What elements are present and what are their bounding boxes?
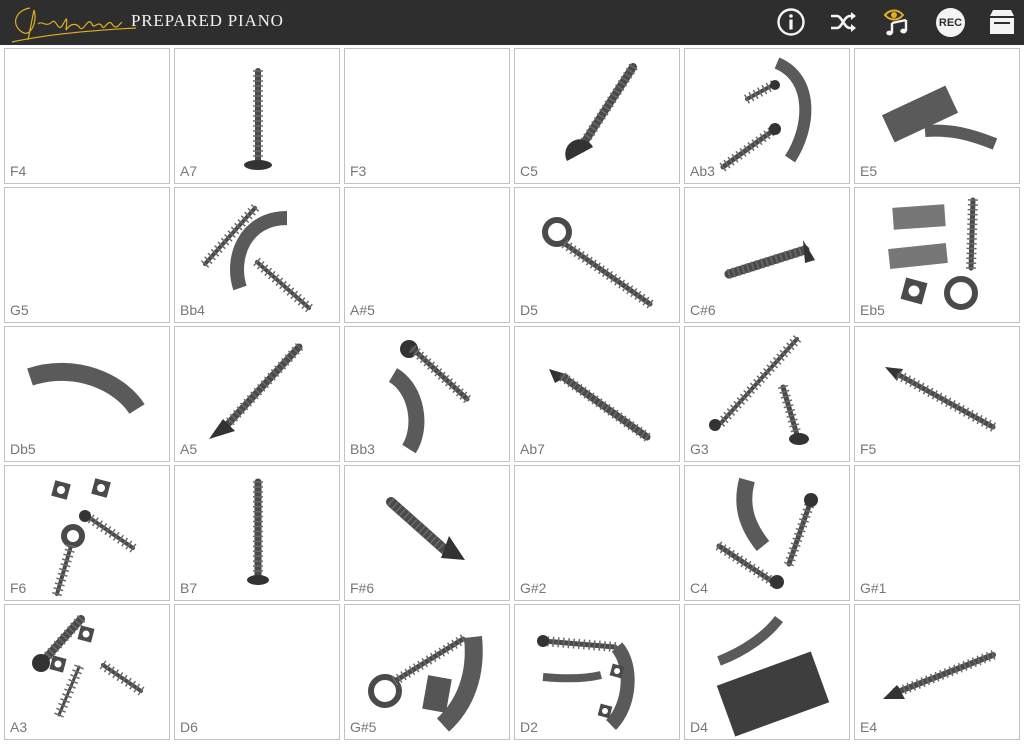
music-note-eye-icon[interactable] [882,7,912,37]
note-label: Db5 [10,441,36,457]
note-label: G3 [690,441,709,457]
pad-d2[interactable]: D2 [514,604,680,740]
note-label: A3 [10,719,28,735]
note-label: C4 [690,580,708,596]
preparation-hardware-illustration [542,217,654,309]
pad-d6[interactable]: D6 [174,604,340,740]
pad-f4[interactable]: F4 [4,48,170,184]
pad-a-sharp5[interactable]: A#5 [344,187,510,323]
preparation-hardware-illustration [565,63,638,161]
note-label: F4 [10,163,27,179]
preparation-hardware-illustration [715,477,818,589]
note-label: F#6 [350,580,375,596]
pad-eb5[interactable]: Eb5 [854,187,1020,323]
pad-bb3[interactable]: Bb3 [344,326,510,462]
pad-g-sharp2[interactable]: G#2 [514,465,680,601]
pad-g-sharp5[interactable]: G#5 [344,604,510,740]
note-label: G#1 [860,580,887,596]
pad-f3[interactable]: F3 [344,48,510,184]
note-label: F5 [860,441,877,457]
pad-g3[interactable]: G3 [684,326,850,462]
note-label: D6 [180,719,198,735]
pad-g-sharp1[interactable]: G#1 [854,465,1020,601]
pad-c-sharp6[interactable]: C#6 [684,187,850,323]
note-label: G#2 [520,580,547,596]
note-label: Ab7 [520,441,545,457]
archive-box-icon[interactable] [987,7,1017,37]
preparation-hardware-illustration [716,615,830,737]
john-cage-signature-logo [11,7,137,43]
note-label: D2 [520,719,538,735]
pad-g5[interactable]: G5 [4,187,170,323]
pad-a7[interactable]: A7 [174,48,340,184]
note-label: Bb4 [180,302,205,318]
note-label: E5 [860,163,878,179]
note-label: C#6 [690,302,716,318]
pad-e4[interactable]: E4 [854,604,1020,740]
info-icon[interactable] [776,7,806,37]
pad-ab3[interactable]: Ab3 [684,48,850,184]
rec-label: REC [938,16,963,29]
preparation-hardware-illustration [209,343,304,439]
pad-f6[interactable]: F6 [4,465,170,601]
pad-bb4[interactable]: Bb4 [174,187,340,323]
app-title: PREPARED PIANO [131,11,284,30]
note-label: A7 [180,163,198,179]
pad-f-sharp6[interactable]: F#6 [344,465,510,601]
pad-c4[interactable]: C4 [684,465,850,601]
note-label: D5 [520,302,538,318]
rec-icon[interactable]: REC [936,8,965,37]
pad-d5[interactable]: D5 [514,187,680,323]
pad-f5[interactable]: F5 [854,326,1020,462]
top-toolbar: PREPARED PIANO REC [0,0,1024,45]
note-label: E4 [860,719,878,735]
pad-b7[interactable]: B7 [174,465,340,601]
note-label: D4 [690,719,708,735]
note-label: B7 [180,580,198,596]
note-label: A#5 [350,302,375,318]
pad-e5[interactable]: E5 [854,48,1020,184]
preparation-hardware-illustration [709,335,809,445]
preparation-hardware-illustration [247,478,269,585]
pad-d4[interactable]: D4 [684,604,850,740]
note-label: G5 [10,302,29,318]
note-label: Eb5 [860,302,885,318]
note-label: Ab3 [690,163,715,179]
preparation-hardware-illustration [32,615,145,718]
shuffle-icon[interactable] [828,7,858,37]
preparation-hardware-illustration [51,478,137,597]
preparation-hardware-illustration [537,635,635,730]
preparation-hardware-illustration [881,85,998,150]
note-label: C5 [520,163,538,179]
note-label: F3 [350,163,367,179]
pad-c5[interactable]: C5 [514,48,680,184]
pad-a3[interactable]: A3 [4,604,170,740]
pad-ab7[interactable]: Ab7 [514,326,680,462]
note-label: F6 [10,580,27,596]
note-label: G#5 [350,719,377,735]
note-label: A5 [180,441,198,457]
pad-a5[interactable]: A5 [174,326,340,462]
preparation-hardware-illustration [885,367,997,432]
preparation-grid: F4 A7 F3 C5 Ab3 E5 G5 Bb4 A#5 D5 C#6 Eb5 Db5 A5 Bb3 Ab7… [4,48,1022,746]
preparation-hardware-illustration [244,68,272,170]
preparation-hardware-illustration [883,650,996,699]
pad-db5[interactable]: Db5 [4,326,170,462]
note-label: Bb3 [350,441,375,457]
